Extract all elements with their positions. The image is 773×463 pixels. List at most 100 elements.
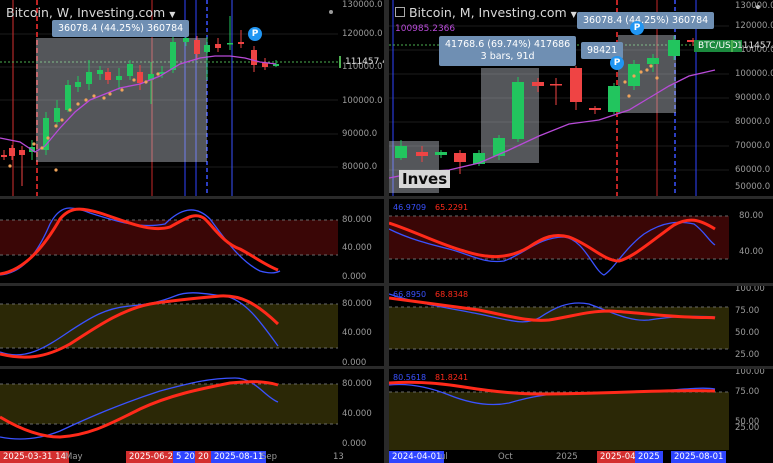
signal-dot (627, 94, 631, 98)
axis-label: 130000.0 (342, 0, 383, 10)
axis-label: 80.000 (342, 379, 372, 389)
chart-title-text: Bitcoin, M, Investing.com (408, 5, 567, 20)
chart-title-text: Bitcoin, W, Investing.com (6, 5, 166, 20)
axis-label: 25.00 (735, 423, 760, 433)
candle (493, 138, 505, 156)
measure-label: 36078.4 (44.25%) 360784 (52, 20, 190, 37)
signal-dot (40, 146, 44, 150)
candle (550, 84, 562, 86)
candle (54, 108, 60, 122)
axis-label: 100000.0 (342, 96, 383, 106)
candle (97, 70, 103, 74)
signal-dot (120, 88, 124, 92)
signal-dot (54, 168, 58, 172)
date-label: 2025-08-01 (671, 451, 727, 463)
candle (170, 42, 176, 70)
ind3-label-red: 81.8241 (435, 373, 469, 382)
overbought-zone (0, 220, 338, 255)
right-indicator-2[interactable]: 66.8950 68.8348 100.00 75.00 50.00 25.00 (389, 286, 773, 366)
ind2-label-blue: 66.8950 (393, 290, 427, 299)
ind3-label-blue: 80.5618 (393, 373, 427, 382)
right-main-chart[interactable]: Inves Bitcoin, M, Investing.com ▼ 100985… (389, 0, 773, 196)
left-indicator-3[interactable]: 80.000 40.000 0.000 2025-03-31 14 May 2025-0… (0, 369, 384, 463)
axis-label: 80.000 (342, 215, 372, 225)
low-label: 100985.2366 (395, 24, 456, 34)
signal-dot (132, 78, 136, 82)
date-label: May (65, 452, 83, 462)
candle (647, 58, 659, 64)
chart-title[interactable]: Bitcoin, W, Investing.com ▼ (6, 5, 175, 20)
candle (183, 38, 189, 42)
candle (1, 155, 7, 157)
candle (532, 82, 544, 86)
right-indicator-1[interactable]: 46.9709 65.2291 80.00 40.00 (389, 199, 773, 283)
chart-title[interactable]: Bitcoin, M, Investing.com ▼ (395, 5, 577, 20)
chart-icon (395, 7, 405, 17)
candle (589, 108, 601, 110)
signal-dot (649, 64, 653, 68)
axis-label: 130000.0 (735, 1, 773, 11)
candle (227, 43, 233, 45)
axis-label: 90000.0 (735, 93, 771, 103)
axis-label: 0.000 (342, 439, 367, 449)
settings-dot-icon[interactable] (329, 10, 333, 14)
signal-dot (623, 80, 627, 84)
axis-label: 40.000 (342, 243, 372, 253)
axis-label: 70000.0 (735, 141, 771, 151)
axis-label: 40.000 (342, 328, 372, 338)
signal-dot (156, 72, 160, 76)
candle (86, 72, 92, 84)
candle (570, 68, 582, 102)
zone (389, 392, 729, 450)
axis-label: 25.00 (735, 350, 760, 360)
candle (215, 44, 221, 48)
axis-label: 0.000 (342, 272, 367, 282)
left-indicator-2[interactable]: 80.000 40.000 0.000 (0, 286, 384, 366)
signal-dot (92, 94, 96, 98)
axis-label: 50.00 (735, 328, 760, 338)
candle (668, 40, 680, 56)
candle (137, 72, 143, 83)
axis-label: 80000.0 (735, 117, 771, 127)
left-indicator-1[interactable]: 80.000 40.000 0.000 (0, 199, 384, 283)
candle (454, 153, 466, 162)
candle (435, 152, 447, 155)
signal-dot (46, 136, 50, 140)
axis-label: 100000.0 (735, 69, 773, 79)
signal-dot (32, 142, 36, 146)
axis-label: 75.00 (735, 387, 760, 397)
right-indicator-3[interactable]: 80.5618 81.8241 100.00 75.00 50.00 25.00 20… (389, 369, 773, 463)
left-main-chart[interactable]: Bitcoin, W, Investing.com ▼ 36078.4 (44.… (0, 0, 384, 196)
signal-dot (144, 80, 148, 84)
p-badge-icon[interactable]: P (630, 21, 644, 35)
axis-label: 50000.0 (735, 182, 771, 192)
measure-label-mid: 41768.6 (69.74%) 417686 3 bars, 91d (439, 36, 577, 66)
measure-line-1: 41768.6 (69.74%) 417686 (445, 39, 571, 50)
dropdown-arrow-icon[interactable]: ▼ (571, 10, 577, 19)
date-label: 2025-03-31 14 (0, 451, 69, 463)
candle (194, 40, 200, 54)
zone (0, 384, 338, 424)
date-label: 20 (195, 451, 212, 463)
axis-label: 0.000 (342, 358, 367, 366)
measure-line-2: 3 bars, 91d (480, 51, 535, 62)
axis-label: 80000.0 (342, 162, 378, 172)
date-label: 2025 (635, 451, 663, 463)
axis-label: 100.00 (735, 369, 765, 377)
date-label: ul (440, 452, 448, 462)
date-label: 2025 (556, 452, 578, 462)
candle (608, 86, 620, 112)
candle (262, 63, 268, 67)
candle (65, 85, 71, 110)
dropdown-arrow-icon[interactable]: ▼ (169, 10, 175, 19)
date-label: 13 (333, 452, 344, 462)
signal-dot (76, 102, 80, 106)
candle (116, 76, 122, 80)
axis-label: 120000.0 (735, 21, 773, 31)
p-badge-icon[interactable]: P (610, 56, 624, 70)
p-badge-icon[interactable]: P (248, 27, 262, 41)
axis-label: 100.00 (735, 286, 765, 294)
signal-dot (8, 164, 12, 168)
candle (416, 152, 428, 156)
measure-label-top: 36078.4 (44.25%) 360784 (577, 12, 715, 29)
